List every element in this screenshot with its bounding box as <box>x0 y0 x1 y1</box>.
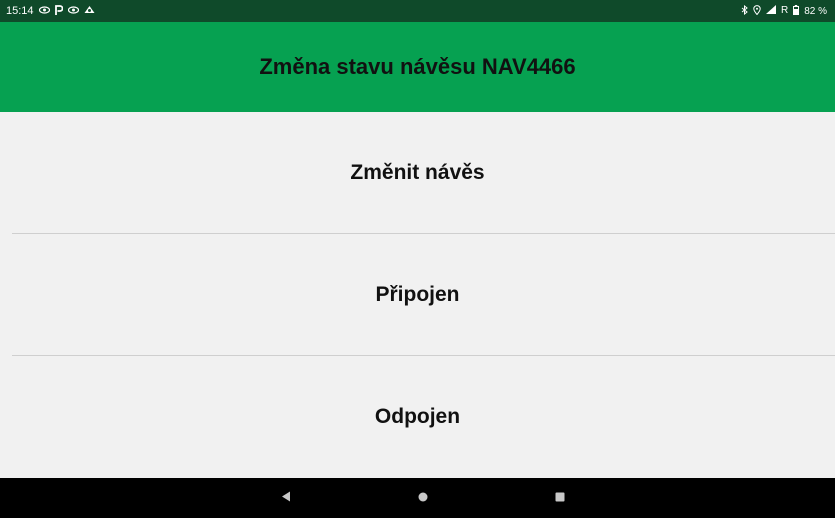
cloud-icon <box>84 5 95 17</box>
disconnected-button[interactable]: Odpojen <box>0 356 835 477</box>
eye-icon <box>38 5 50 17</box>
eye-icon <box>67 5 79 17</box>
recents-icon <box>555 489 565 507</box>
recents-button[interactable] <box>540 478 580 518</box>
back-icon <box>281 489 291 507</box>
roaming-label: R <box>780 5 789 16</box>
status-right: R 82 % <box>741 4 827 18</box>
navigation-bar <box>0 478 835 518</box>
back-button[interactable] <box>266 478 306 518</box>
option-list: Změnit návěs Připojen Odpojen <box>0 112 835 478</box>
page-title: Změna stavu návěsu NAV4466 <box>259 54 576 79</box>
home-button[interactable] <box>403 478 443 518</box>
screen: 15:14 R 82 % Změna stavu návěsu NAV4466 … <box>0 0 835 518</box>
battery-percentage: 82 % <box>804 5 827 17</box>
status-bar: 15:14 R 82 % <box>0 0 835 22</box>
change-trailer-button[interactable]: Změnit návěs <box>0 112 835 233</box>
home-icon <box>418 489 428 507</box>
status-time: 15:14 <box>6 5 34 17</box>
status-left: 15:14 <box>6 4 95 18</box>
connected-button[interactable]: Připojen <box>0 234 835 355</box>
option-label: Odpojen <box>374 404 461 428</box>
p-icon <box>54 4 63 18</box>
location-icon <box>753 4 761 18</box>
option-label: Změnit návěs <box>350 160 485 184</box>
option-label: Připojen <box>375 282 460 306</box>
battery-icon <box>793 4 800 18</box>
app-bar: Změna stavu návěsu NAV4466 <box>0 22 835 112</box>
bluetooth-icon <box>741 4 748 18</box>
signal-icon <box>765 5 776 17</box>
